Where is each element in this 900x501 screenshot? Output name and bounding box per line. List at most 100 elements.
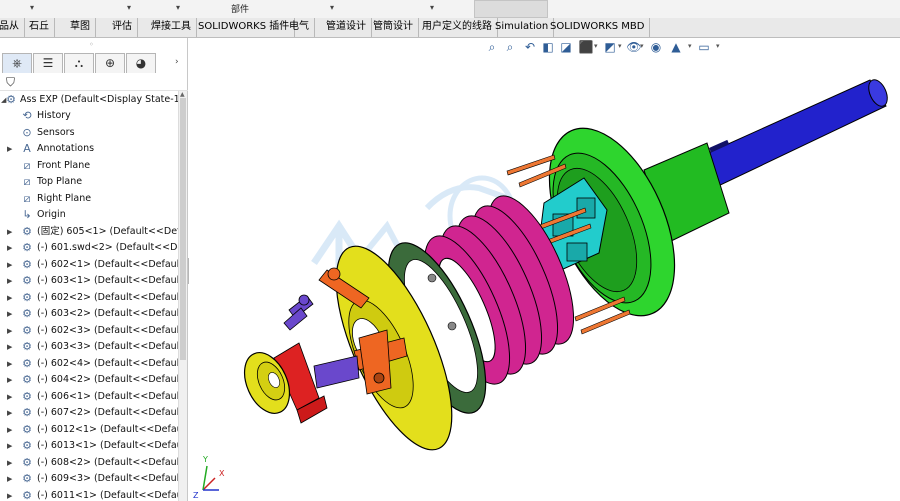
sensors-icon: ⊙ xyxy=(22,125,32,139)
dropdown-arrow-icon[interactable]: ▾ xyxy=(30,3,34,12)
blue-shaft xyxy=(696,79,888,189)
display-manager-tab-icon[interactable]: ◕ xyxy=(126,53,156,73)
origin-icon: ↳ xyxy=(22,208,32,221)
property-manager-tab-icon[interactable]: ☰ xyxy=(33,53,63,73)
expand-arrow-icon[interactable]: ▶ xyxy=(7,471,15,487)
component-icon: ⚙ xyxy=(22,241,32,254)
assembly-model-view[interactable]: X Y Z xyxy=(189,38,900,501)
scroll-thumb[interactable] xyxy=(180,98,186,360)
tab-piping[interactable]: 管道设计 xyxy=(321,18,372,37)
assembly-icon: ⚙ xyxy=(6,93,16,106)
expand-arrow-icon[interactable]: ▶ xyxy=(7,438,15,454)
expand-arrow-icon[interactable]: ▶ xyxy=(7,339,15,355)
tree-item-label: Sensors xyxy=(37,126,75,138)
tree-item-label: (-) 608<2> (Default<<Default>_ xyxy=(37,456,178,468)
component-icon: ⚙ xyxy=(22,389,32,403)
triad-x-label: X xyxy=(219,469,225,478)
tab-evaluate[interactable]: 评估 xyxy=(107,18,138,37)
tree-item-label: (-) 601.swd<2> (Default<<Def xyxy=(37,242,178,253)
component-icon: ⚙ xyxy=(22,406,32,419)
tab-solidworks-mbd[interactable]: SOLIDWORKS MBD xyxy=(545,18,651,37)
plane-icon: ⧄ xyxy=(23,175,31,188)
command-ribbon: ▾ ▾ ▾ 部件 ▾ ▾ xyxy=(0,0,900,18)
tree-item-label: (-) 606<1> (Default<<Default>_ xyxy=(37,390,178,402)
expand-arrow-icon[interactable]: ▶ xyxy=(7,356,15,372)
expand-arrow-icon[interactable]: ▶ xyxy=(7,323,15,339)
dropdown-arrow-icon[interactable]: ▾ xyxy=(127,3,131,12)
tree-item-label: Front Plane xyxy=(37,159,91,171)
component-icon: ⚙ xyxy=(22,373,32,386)
expand-arrow-icon[interactable]: ▶ xyxy=(7,240,15,256)
component-icon: ⚙ xyxy=(22,323,32,337)
tree-item-label: Right Plane xyxy=(37,192,92,204)
tab-sketch[interactable]: 草图 xyxy=(65,18,96,37)
tree-item-label: (-) 603<2> (Default<<Default>_ xyxy=(37,308,178,319)
tree-item-label: Annotations xyxy=(37,143,95,154)
component-icon: ⚙ xyxy=(22,472,32,485)
scroll-up-icon[interactable]: ▲ xyxy=(180,91,185,98)
tab-solidworks-addins[interactable]: SOLIDWORKS 插件 xyxy=(193,18,296,37)
triad-y-label: Y xyxy=(202,455,208,464)
tree-item-label: (-) 607<2> (Default<<Default>_ xyxy=(37,407,178,418)
tab-layout[interactable]: 石丘 xyxy=(24,18,55,37)
tab-tubing[interactable]: 管筒设计 xyxy=(368,18,419,37)
panel-more-arrow-icon[interactable]: › xyxy=(175,57,179,67)
expand-arrow-icon[interactable]: ▶ xyxy=(7,422,15,438)
plane-icon: ⧄ xyxy=(23,191,31,205)
tree-item-label: (-) 609<3> (Default<<Default>_ xyxy=(37,473,178,484)
dropdown-arrow-icon[interactable]: ▾ xyxy=(176,3,180,12)
expand-arrow-icon[interactable]: ▶ xyxy=(7,224,15,240)
tree-item-label: (固定) 605<1> (Default<<Defau xyxy=(37,225,178,237)
feature-manager-tab-icon[interactable]: ⎈ xyxy=(2,53,32,73)
dropdown-arrow-icon[interactable]: ▾ xyxy=(430,3,434,12)
expand-arrow-icon[interactable]: ▶ xyxy=(7,290,15,306)
ribbon-partial-label[interactable]: 部件 xyxy=(231,2,249,15)
configuration-manager-tab-icon[interactable]: ⛬ xyxy=(64,53,94,73)
tree-item-label: (-) 603<1> (Default<<Default>_ xyxy=(37,275,178,286)
panel-grip-icon[interactable]: ◦ xyxy=(89,40,94,49)
expand-arrow-icon[interactable]: ▶ xyxy=(7,405,15,421)
expand-arrow-icon[interactable]: ▶ xyxy=(7,257,15,273)
dimxpert-tab-icon[interactable]: ⊕ xyxy=(95,53,125,73)
tree-item-label: (-) 6012<1> (Default<<Default xyxy=(37,423,178,435)
tree-scrollbar[interactable]: ▲ xyxy=(178,91,187,501)
component-icon: ⚙ xyxy=(22,340,32,353)
tree-item-label: (-) 602<3> (Default<<Default>_ xyxy=(37,324,178,336)
component-icon: ⚙ xyxy=(22,274,32,287)
ribbon-pressed-button[interactable] xyxy=(474,0,548,18)
tab-assembly[interactable]: 品从 xyxy=(0,18,25,37)
expand-arrow-icon[interactable]: ▶ xyxy=(7,273,15,289)
dropdown-arrow-icon[interactable]: ▾ xyxy=(330,3,334,12)
panel-tabs: ⎈ ☰ ⛬ ⊕ ◕ xyxy=(2,53,158,73)
tree-item-label: Top Plane xyxy=(37,176,83,187)
expand-arrow-icon[interactable]: ▶ xyxy=(7,306,15,322)
annotations-icon: A xyxy=(23,142,31,155)
tree-item-label: (-) 6011<1> (Default<<Default xyxy=(37,489,178,501)
expand-arrow-icon[interactable]: ▶ xyxy=(7,488,15,501)
coordinate-triad: X Y Z xyxy=(193,455,225,500)
expand-arrow-icon[interactable]: ▶ xyxy=(7,455,15,471)
feature-tree: ◢ ⚙ Ass EXP (Default<Display State-1>) ⟲… xyxy=(0,91,178,501)
graphics-area[interactable]: ⌕ ⌕ ↶ ◧ ◪ ⬛ ◩ 👁 ◉ ▲ ▭ ▾ ▾ ▾ ▾ ▾ X Y Z xyxy=(189,38,900,501)
tab-electrical[interactable]: 电气 xyxy=(284,18,315,37)
tree-item-label: (-) 602<4> (Default<<Default>_ xyxy=(37,357,178,369)
component-icon: ⚙ xyxy=(22,422,32,436)
tree-root-label: Ass EXP (Default<Display State-1>) xyxy=(20,94,178,105)
tree-item-label: (-) 603<3> (Default<<Default>_ xyxy=(37,341,178,352)
tree-item-label: (-) 6013<1> (Default<<Default xyxy=(37,440,178,451)
component-icon: ⚙ xyxy=(22,290,32,304)
filter-icon[interactable]: ⛉ xyxy=(6,75,15,90)
tab-user-routes[interactable]: 用户定义的线路 xyxy=(417,18,498,37)
expand-arrow-icon[interactable]: ▶ xyxy=(7,389,15,405)
tree-item-label: (-) 602<2> (Default<<Default>_ xyxy=(37,291,178,303)
component-icon: ⚙ xyxy=(22,439,32,452)
expand-arrow-icon[interactable]: ▶ xyxy=(7,372,15,388)
component-icon: ⚙ xyxy=(22,455,32,469)
tree-item-label: (-) 604<2> (Default<<Default>_ xyxy=(37,374,178,385)
expand-arrow-icon[interactable]: ▶ xyxy=(7,141,15,157)
triad-z-label: Z xyxy=(193,491,199,500)
component-icon: ⚙ xyxy=(22,488,32,501)
tab-weldments[interactable]: 焊接工具 xyxy=(146,18,197,37)
tree-item-label: History xyxy=(37,110,71,121)
plane-icon: ⧄ xyxy=(23,158,31,172)
